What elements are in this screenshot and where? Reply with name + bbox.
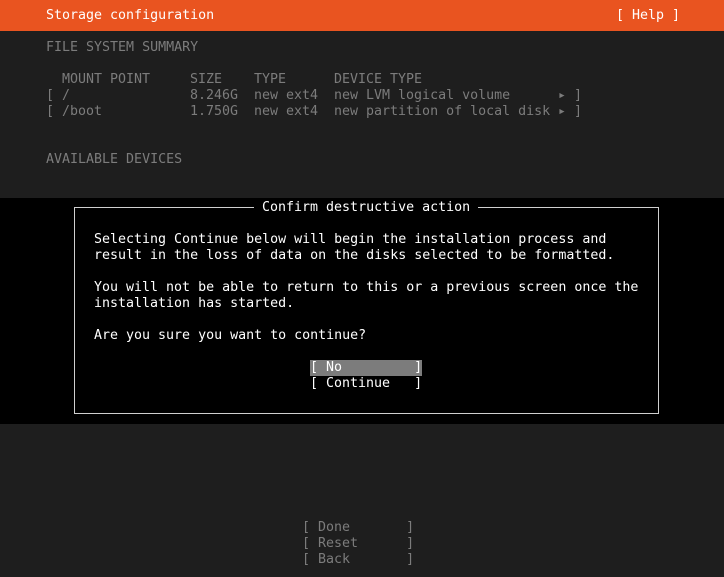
column-header-mount-point: MOUNT POINT [62, 72, 151, 87]
size-cell: 8.246G [190, 88, 239, 103]
back-button[interactable]: [ Back ] [302, 552, 414, 568]
continue-button[interactable]: [ Continue ] [310, 376, 422, 392]
screen-title: Storage configuration [46, 8, 215, 23]
type-cell: new ext4 [254, 88, 319, 103]
type-cell: new ext4 [254, 104, 319, 119]
title-bar: Storage configuration [ Help ] [0, 0, 724, 31]
reset-button[interactable]: [ Reset ] [302, 536, 414, 552]
row-bracket: [ [46, 104, 55, 119]
dialog-message-line: installation has started. [94, 296, 295, 311]
column-header-type: TYPE [254, 72, 287, 87]
dialog-question: Are you sure you want to continue? [94, 328, 367, 343]
row-menu-arrow-icon[interactable]: ▸ ] [558, 104, 582, 120]
row-bracket: [ [46, 88, 55, 103]
file-system-summary-heading: FILE SYSTEM SUMMARY [46, 40, 199, 55]
column-header-device-type: DEVICE TYPE [334, 72, 423, 87]
device-type-cell: new LVM logical volume [334, 88, 511, 103]
device-type-cell: new partition of local disk [334, 104, 551, 119]
no-button[interactable]: [ No ] [310, 360, 423, 376]
mount-point-cell: /boot [62, 104, 103, 119]
row-menu-arrow-icon[interactable]: ▸ ] [558, 88, 582, 104]
mount-point-cell: / [62, 88, 71, 103]
dialog-title: Confirm destructive action [254, 200, 479, 216]
done-button[interactable]: [ Done ] [302, 520, 414, 536]
help-button[interactable]: [ Help ] [616, 8, 680, 24]
dialog-message-line: You will not be able to return to this o… [94, 280, 639, 295]
dialog-message-line: result in the loss of data on the disks … [94, 248, 615, 263]
dialog-message-line: Selecting Continue below will begin the … [94, 232, 607, 247]
available-devices-heading: AVAILABLE DEVICES [46, 152, 183, 167]
size-cell: 1.750G [190, 104, 239, 119]
column-header-size: SIZE [190, 72, 223, 87]
